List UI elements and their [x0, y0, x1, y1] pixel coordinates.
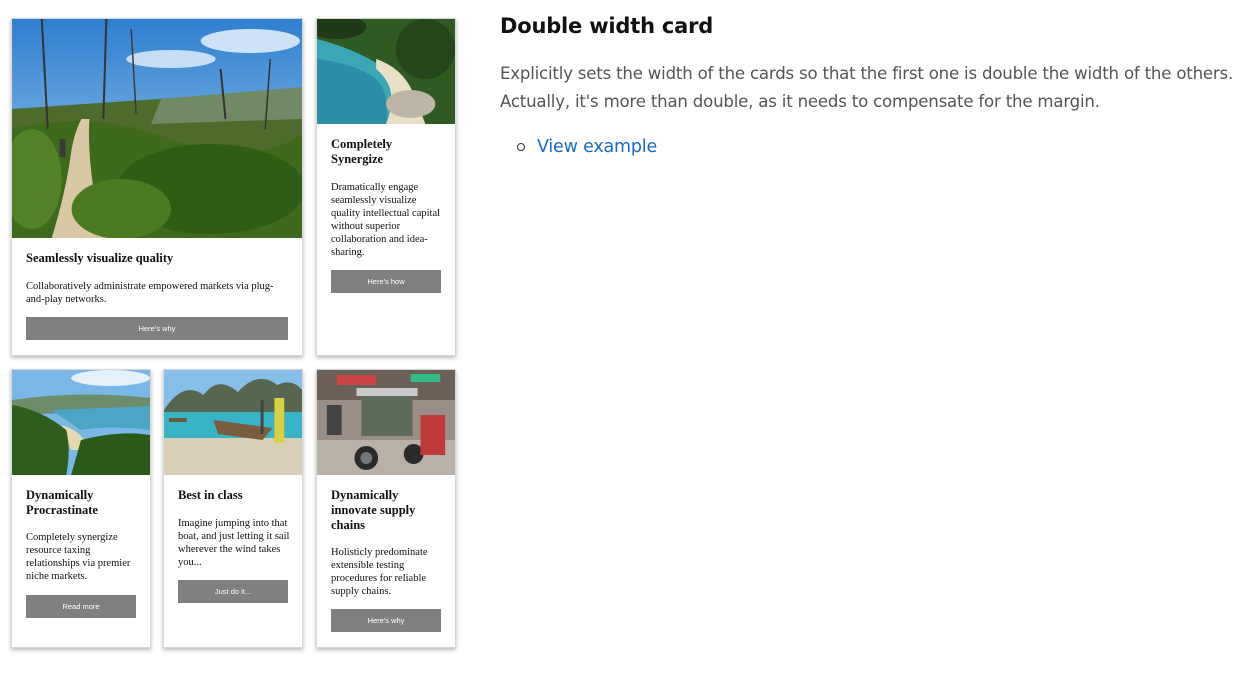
list-item: View example — [517, 134, 1240, 160]
card-title: Dynamically innovate supply chains — [331, 488, 416, 532]
beach-trail-photo — [12, 19, 302, 238]
card-text: Collaboratively administrate empowered m… — [26, 281, 274, 305]
read-more-button[interactable]: Read more — [26, 595, 136, 618]
longtail-boat-photo — [164, 370, 302, 475]
heres-how-button[interactable]: Here's how — [331, 270, 441, 293]
cove-aerial-photo — [317, 19, 455, 124]
card-completely-synergize: Completely Synergize Dramatically engage… — [316, 18, 456, 356]
card-best-in-class: Best in class Imagine jumping into that … — [163, 369, 303, 648]
card-seamlessly-visualize: Seamlessly visualize quality Collaborati… — [11, 18, 303, 356]
card-text: Dramatically engage seamlessly visualize… — [331, 182, 441, 258]
section-heading: Double width card — [500, 14, 714, 38]
view-example-link[interactable]: View example — [537, 137, 657, 157]
card-dynamically-innovate: Dynamically innovate supply chains Holis… — [316, 369, 456, 648]
link-list: View example — [500, 134, 1240, 160]
tropical-bay-photo — [12, 370, 150, 475]
section-content: Double width card Explicitly sets the wi… — [500, 12, 1240, 160]
tuk-tuk-street-photo — [317, 370, 455, 475]
card-text: Imagine jumping into that boat, and just… — [178, 518, 290, 568]
circle-bullet-icon — [517, 143, 525, 151]
card-dynamically-procrastinate: Dynamically Procrastinate Completely syn… — [11, 369, 151, 648]
card-title: Dynamically Procrastinate — [26, 488, 98, 517]
card-title: Completely Synergize — [331, 137, 393, 166]
heres-why-button[interactable]: Here's why — [26, 317, 288, 340]
section-description: Explicitly sets the width of the cards s… — [500, 64, 1234, 111]
card-text: Holisticly predominate extensible testin… — [331, 547, 428, 597]
just-do-it-button[interactable]: Just do it... — [178, 580, 288, 603]
card-title: Seamlessly visualize quality — [26, 251, 174, 265]
card-title: Best in class — [178, 488, 243, 502]
page: Seamlessly visualize quality Collaborati… — [0, 0, 1254, 680]
card-text: Completely synergize resource taxing rel… — [26, 532, 131, 582]
heres-why-button[interactable]: Here's why — [331, 609, 441, 632]
